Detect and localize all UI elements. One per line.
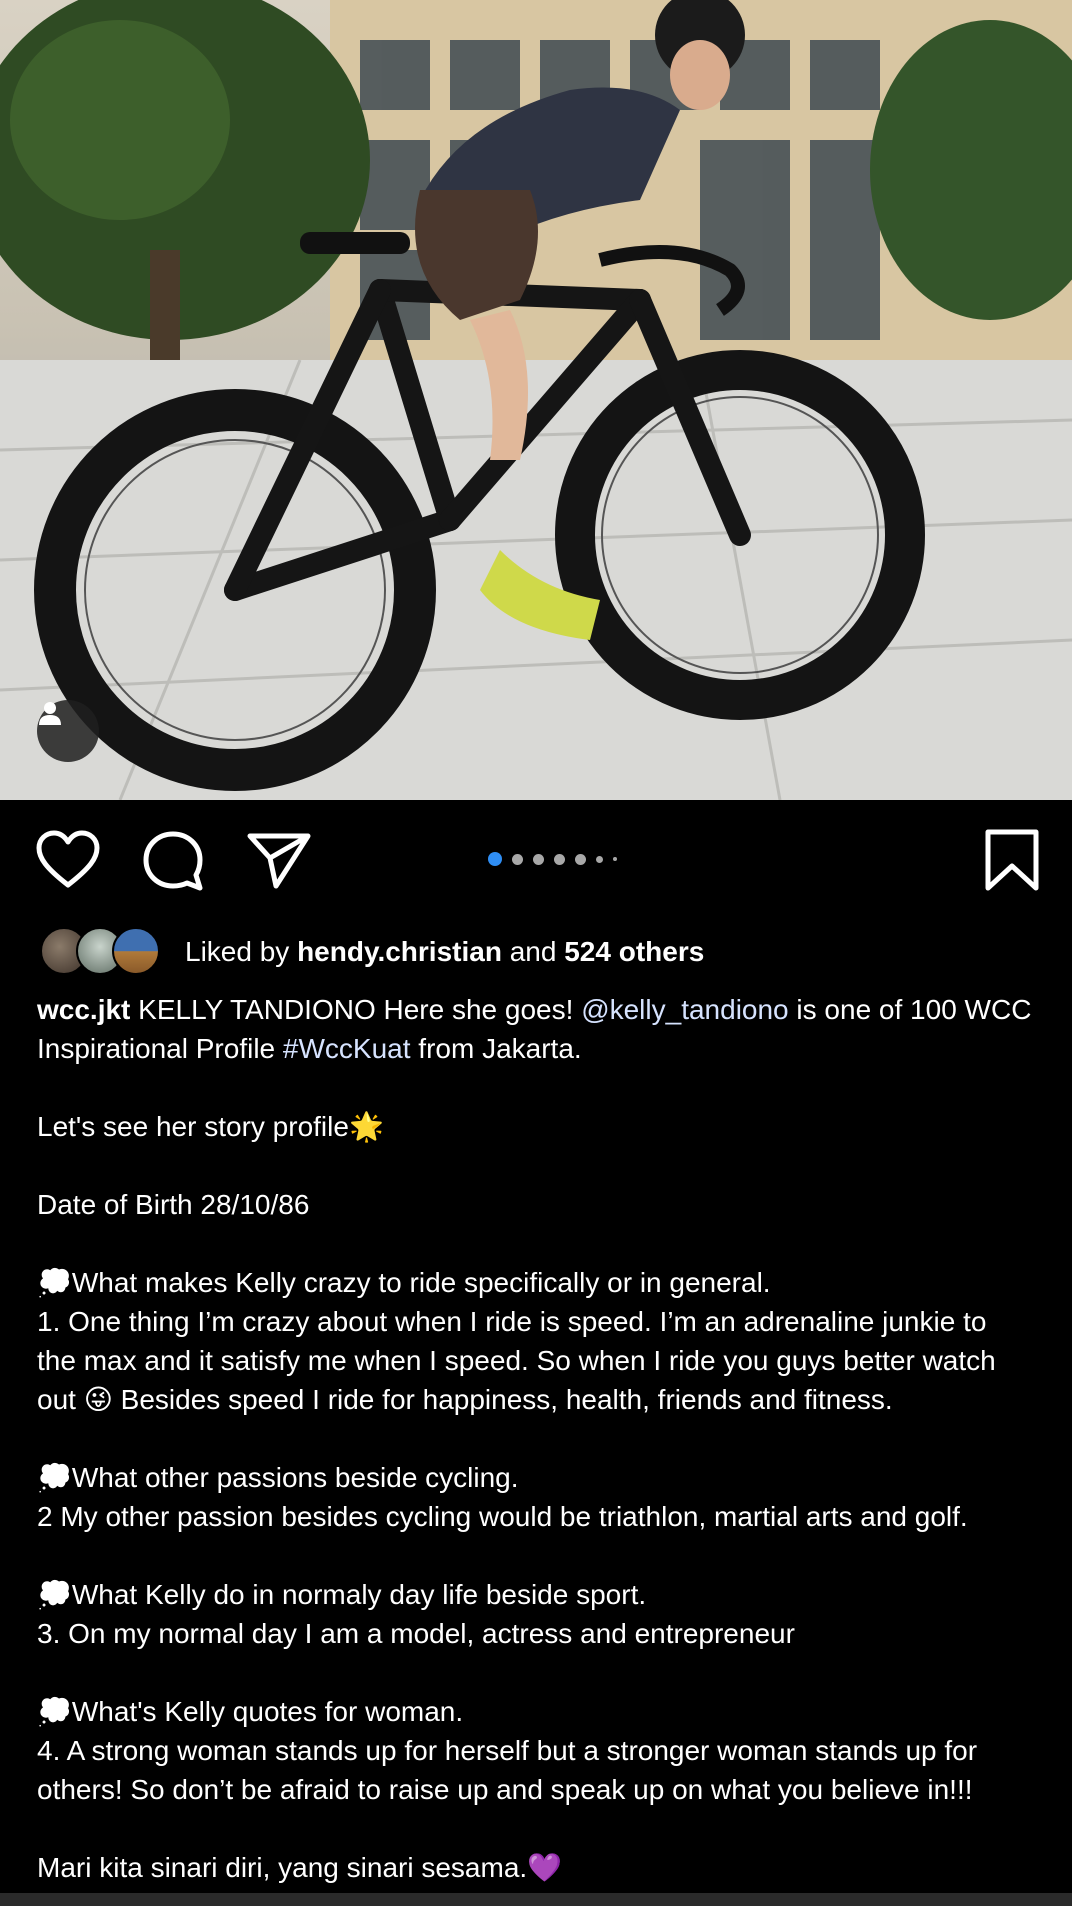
bottom-edge bbox=[0, 1893, 1072, 1906]
caption-answer: 2 My other passion besides cycling would… bbox=[37, 1501, 968, 1532]
carousel-dot bbox=[533, 853, 544, 865]
caption-line: wcc.jkt KELLY TANDIONO Here she goes! @k… bbox=[37, 990, 1037, 1029]
like-heart-icon[interactable] bbox=[36, 830, 100, 890]
caption-text: KELLY TANDIONO Here she goes! bbox=[130, 994, 582, 1025]
caption-answer: 3. On my normal day I am a model, actres… bbox=[37, 1618, 795, 1649]
caption-text: from Jakarta. bbox=[410, 1033, 582, 1064]
carousel-dot bbox=[613, 857, 617, 861]
caption-text: Inspirational Profile bbox=[37, 1033, 283, 1064]
carousel-indicator bbox=[488, 852, 617, 866]
caption-story-line: Let's see her story profile🌟 bbox=[37, 1111, 384, 1142]
share-send-icon[interactable] bbox=[246, 830, 312, 890]
caption-question: 💭What other passions beside cycling. bbox=[37, 1462, 519, 1493]
caption-question: 💭What's Kelly quotes for woman. bbox=[37, 1696, 464, 1727]
likes-conjunction: and bbox=[509, 936, 557, 967]
caption-text: is one of 100 WCC bbox=[788, 994, 1032, 1025]
mention-link[interactable]: @kelly_tandiono bbox=[581, 994, 788, 1025]
liker-username-link[interactable]: hendy.christian bbox=[297, 936, 502, 967]
post-caption: wcc.jkt KELLY TANDIONO Here she goes! @k… bbox=[37, 990, 1037, 1887]
carousel-dot bbox=[596, 855, 603, 863]
tag-people-button[interactable] bbox=[37, 700, 99, 762]
carousel-dot bbox=[554, 853, 565, 865]
caption-username-link[interactable]: wcc.jkt bbox=[37, 994, 130, 1025]
caption-closing-line: Mari kita sinari diri, yang sinari sesam… bbox=[37, 1852, 563, 1883]
caption-answer: out 😜 Besides speed I ride for happiness… bbox=[37, 1384, 893, 1415]
person-icon bbox=[39, 702, 61, 725]
post-photo[interactable] bbox=[0, 0, 1072, 800]
likes-prefix: Liked by bbox=[185, 936, 290, 967]
carousel-dot bbox=[512, 853, 523, 865]
photo-illustration bbox=[0, 0, 1072, 800]
save-bookmark-icon[interactable] bbox=[984, 828, 1040, 892]
caption-dob-line: Date of Birth 28/10/86 bbox=[37, 1189, 310, 1220]
comment-icon[interactable] bbox=[142, 830, 204, 892]
caption-line: Inspirational Profile #WccKuat from Jaka… bbox=[37, 1029, 1037, 1068]
likes-others-link[interactable]: 524 others bbox=[564, 936, 704, 967]
caption-answer: 1. One thing I’m crazy about when I ride… bbox=[37, 1306, 987, 1337]
caption-question: 💭What Kelly do in normaly day life besid… bbox=[37, 1579, 647, 1610]
liker-avatars bbox=[40, 925, 170, 979]
caption-answer: the max and it satisfy me when I speed. … bbox=[37, 1345, 996, 1376]
likes-row[interactable]: Liked by hendy.christian and 524 others bbox=[40, 925, 704, 979]
carousel-dot bbox=[488, 852, 502, 866]
caption-answer: 4. A strong woman stands up for herself … bbox=[37, 1735, 978, 1766]
hashtag-link[interactable]: #WccKuat bbox=[283, 1033, 411, 1064]
carousel-dot bbox=[575, 853, 586, 865]
avatar bbox=[112, 927, 160, 975]
likes-summary: Liked by hendy.christian and 524 others bbox=[185, 936, 704, 968]
caption-answer: others! So don’t be afraid to raise up a… bbox=[37, 1774, 973, 1805]
caption-question: 💭What makes Kelly crazy to ride specific… bbox=[37, 1267, 771, 1298]
